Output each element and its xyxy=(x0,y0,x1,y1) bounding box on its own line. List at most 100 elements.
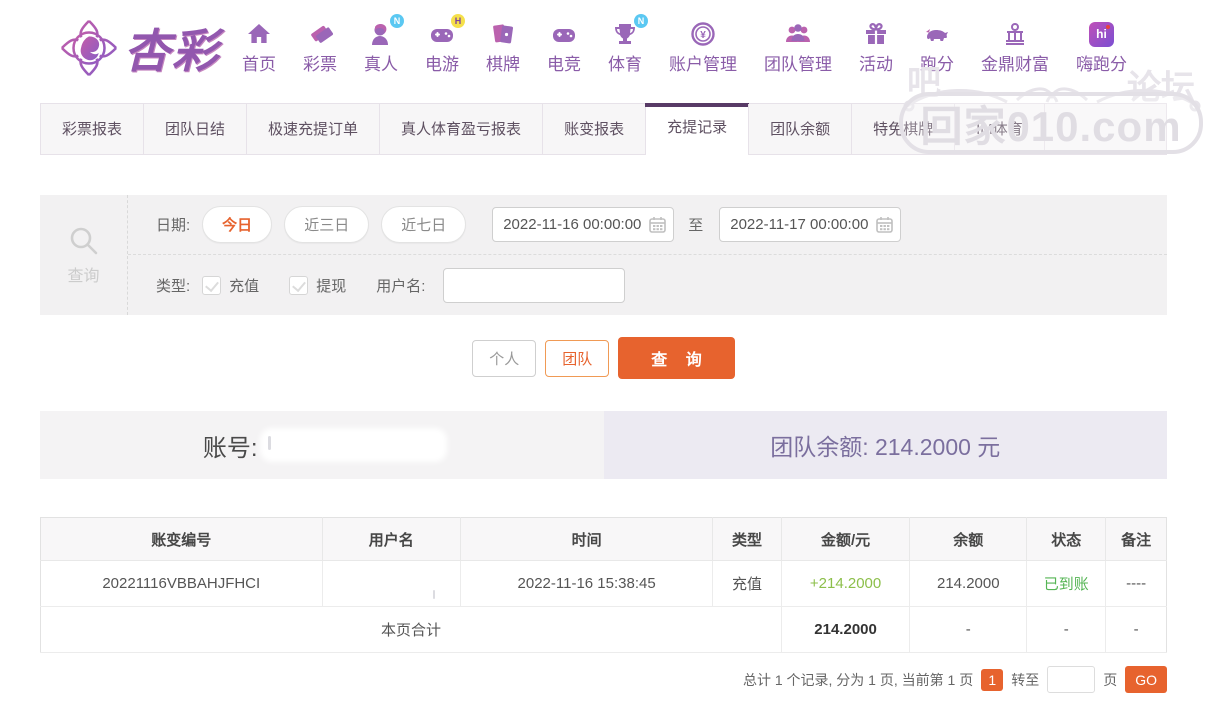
tab-express-orders[interactable]: 极速充提订单 xyxy=(246,104,381,154)
cell-amount: +214.2000 xyxy=(780,560,910,607)
users-icon xyxy=(784,20,812,48)
search-panel-side: 查询 xyxy=(40,195,128,315)
tabbar-filler xyxy=(1044,104,1166,154)
wealth-icon xyxy=(1001,20,1029,48)
calendar-icon[interactable] xyxy=(649,216,667,233)
col-balance: 余额 xyxy=(909,517,1027,561)
nav-item-home[interactable]: 首页 xyxy=(242,20,276,75)
tab-lottery-report[interactable]: 彩票报表 xyxy=(40,104,145,154)
date-to-input[interactable] xyxy=(719,207,902,242)
summary-amount: 214.2000 xyxy=(780,606,910,653)
search-panel-fields: 日期: 今日 近三日 近七日 至 xyxy=(128,195,1167,315)
withdraw-checkbox[interactable] xyxy=(289,275,309,295)
ticket-icon xyxy=(306,20,334,48)
col-amount: 金额/元 xyxy=(780,517,910,561)
nav-item-sports[interactable]: N 体育 xyxy=(608,14,648,75)
nav-item-hi-paofen[interactable]: hi 嗨跑分 xyxy=(1076,20,1127,75)
account-section: 账号: xyxy=(40,411,604,479)
page-unit-label: 页 xyxy=(1103,671,1118,688)
pagination: 总计 1 个记录, 分为 1 页, 当前第 1 页 1 转至 页 GO xyxy=(40,666,1167,693)
nav-item-promotions[interactable]: 活动 xyxy=(859,20,893,75)
username-input[interactable] xyxy=(443,267,626,303)
date-from-input[interactable] xyxy=(492,207,675,242)
calendar-icon[interactable] xyxy=(876,216,894,233)
hi-app-icon: hi xyxy=(1088,20,1116,48)
tab-im-sports[interactable]: IM体育 xyxy=(954,104,1045,154)
brand-logo[interactable]: 杏彩 xyxy=(58,15,220,81)
action-buttons: 个人 团队 查 询 xyxy=(0,335,1207,381)
cell-time: 2022-11-16 15:38:45 xyxy=(459,560,713,607)
type-filter-row: 类型: 充值 提现 用户名: xyxy=(128,255,1167,315)
nav-item-jinding-wealth[interactable]: 金鼎财富 xyxy=(981,20,1049,75)
col-change-no: 账变编号 xyxy=(40,517,323,561)
gamepad-icon xyxy=(550,20,578,48)
svg-text:¥: ¥ xyxy=(700,30,706,41)
cell-remark: ---- xyxy=(1105,560,1167,607)
badge-h: H xyxy=(451,14,465,28)
hi-red-dot xyxy=(1106,24,1110,29)
summary-remark: - xyxy=(1105,606,1167,653)
nav-item-board-games[interactable]: 棋牌 xyxy=(486,20,520,75)
tab-temian-games[interactable]: 特免棋牌 xyxy=(851,104,956,154)
gift-icon xyxy=(862,20,890,48)
report-tabs: 彩票报表 团队日结 极速充提订单 真人体育盈亏报表 账变报表 充提记录 团队余额… xyxy=(40,103,1167,155)
tab-team-balance[interactable]: 团队余额 xyxy=(748,104,853,154)
person-icon: N xyxy=(367,14,404,48)
search-icon xyxy=(70,227,97,255)
pagination-summary: 总计 1 个记录, 分为 1 页, 当前第 1 页 xyxy=(742,671,974,688)
cell-username-redacted xyxy=(321,560,461,607)
type-label: 类型: xyxy=(156,277,191,295)
cell-status: 已到账 xyxy=(1026,560,1106,607)
tab-account-changes[interactable]: 账变报表 xyxy=(542,104,647,154)
summary-status: - xyxy=(1026,606,1106,653)
nav-item-esports[interactable]: 电竞 xyxy=(547,20,581,75)
top-navigation: 杏彩 首页 彩票 N 真人 H 电游 棋牌 电竞 N 体育 ¥ 账户管理 团队管… xyxy=(0,0,1207,154)
account-name-redacted xyxy=(266,432,441,458)
cards-icon xyxy=(489,20,517,48)
badge-n: N xyxy=(634,14,648,28)
page-1-button[interactable]: 1 xyxy=(981,668,1004,691)
team-balance-section: 团队余额: 214.2000 元 xyxy=(603,411,1167,479)
report-tabs-wrap: 彩票报表 团队日结 极速充提订单 真人体育盈亏报表 账变报表 充提记录 团队余额… xyxy=(0,103,1207,155)
table-row: 20221116VBBAHJFHCI 2022-11-16 15:38:45 充… xyxy=(40,560,1167,607)
lotus-flower-icon xyxy=(60,19,118,76)
team-balance-label: 团队余额: xyxy=(770,434,869,460)
watermark-ghost-right: 论坛 xyxy=(1127,69,1195,107)
nav-item-account-mgmt[interactable]: ¥ 账户管理 xyxy=(669,20,737,75)
col-type: 类型 xyxy=(712,517,782,561)
brand-name: 杏彩 xyxy=(124,24,220,77)
nav-item-paofen[interactable]: 跑分 xyxy=(920,20,954,75)
col-status: 状态 xyxy=(1026,517,1106,561)
personal-button[interactable]: 个人 xyxy=(472,339,537,377)
search-panel: 查询 日期: 今日 近三日 近七日 至 xyxy=(40,195,1167,315)
nav-item-lottery[interactable]: 彩票 xyxy=(303,20,337,75)
nav-item-team-mgmt[interactable]: 团队管理 xyxy=(764,20,832,75)
tab-deposit-withdraw-records[interactable]: 充提记录 xyxy=(645,103,750,155)
nav-item-slots[interactable]: H 电游 xyxy=(425,14,465,75)
range-today-button[interactable]: 今日 xyxy=(202,206,273,243)
home-icon xyxy=(245,20,273,48)
nav-item-live[interactable]: N 真人 xyxy=(364,14,404,75)
team-button[interactable]: 团队 xyxy=(545,339,610,377)
date-to-wrap xyxy=(719,207,902,242)
date-to-label: 至 xyxy=(688,217,704,234)
col-time: 时间 xyxy=(459,517,713,561)
cell-balance: 214.2000 xyxy=(909,560,1027,607)
tab-live-sports-pnl[interactable]: 真人体育盈亏报表 xyxy=(379,104,544,154)
team-balance-value: 214.2000 元 xyxy=(874,434,1001,460)
cell-change-no: 20221116VBBAHJFHCI xyxy=(40,560,323,607)
goto-label: 转至 xyxy=(1011,671,1040,688)
col-remark: 备注 xyxy=(1105,517,1167,561)
trophy-icon: N xyxy=(611,14,648,48)
query-button[interactable]: 查 询 xyxy=(618,337,735,379)
goto-page-input[interactable] xyxy=(1047,666,1096,693)
range-3days-button[interactable]: 近三日 xyxy=(284,206,370,243)
col-username: 用户名 xyxy=(321,517,461,561)
range-7days-button[interactable]: 近七日 xyxy=(381,206,467,243)
go-button[interactable]: GO xyxy=(1125,666,1167,693)
account-summary-bar: 账号: 团队余额: 214.2000 元 xyxy=(40,411,1167,479)
tab-team-daily[interactable]: 团队日结 xyxy=(143,104,248,154)
deposit-checkbox[interactable] xyxy=(202,275,222,295)
withdraw-checkbox-item: 提现 xyxy=(289,275,346,296)
summary-label: 本页合计 xyxy=(40,606,782,653)
